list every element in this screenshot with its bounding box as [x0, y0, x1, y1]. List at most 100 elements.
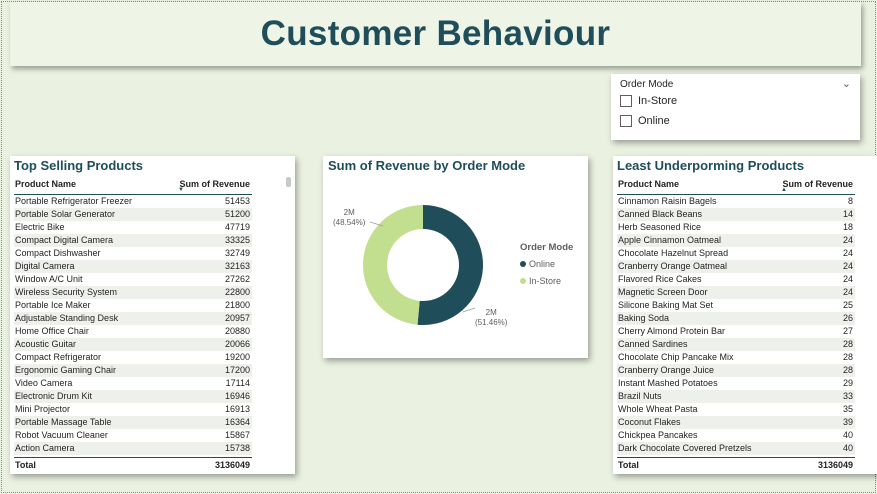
table-row[interactable]: Compact Digital Camera 33325 [14, 234, 252, 247]
table-row[interactable]: Brazil Nuts 33 [617, 390, 855, 403]
table-row[interactable]: Cinnamon Raisin Bagels 8 [617, 195, 855, 208]
revenue-cell: 16913 [224, 404, 250, 414]
product-name-cell: Portable Massage Table [15, 417, 112, 427]
table-row[interactable]: Cranberry Orange Juice 28 [617, 364, 855, 377]
table-row[interactable]: Window A/C Unit 27262 [14, 273, 252, 286]
table-row[interactable]: Chocolate Chip Pancake Mix 28 [617, 351, 855, 364]
table-row[interactable]: Whole Wheat Pasta 35 [617, 403, 855, 416]
revenue-cell: 20880 [224, 326, 250, 336]
revenue-cell: 21800 [224, 300, 250, 310]
product-name-cell: Apple Cinnamon Oatmeal [618, 235, 722, 245]
data-label-value: 2M [343, 208, 355, 217]
product-name-cell: Cranberry Orange Juice [618, 365, 715, 375]
table-row[interactable]: Instant Mashed Potatoes 29 [617, 377, 855, 390]
least-products-table-card: Least Underporming Products Product Name… [613, 156, 877, 474]
revenue-cell: 24 [842, 287, 853, 297]
product-name-cell: Flavored Rice Cakes [618, 274, 702, 284]
table-row[interactable]: Canned Black Beans 14 [617, 208, 855, 221]
product-name-cell: Herb Seasoned Rice [618, 222, 702, 232]
total-value: 3136049 [817, 460, 853, 470]
table-row[interactable]: Compact Dishwasher 32749 [14, 247, 252, 260]
product-name-cell: Whole Wheat Pasta [618, 404, 698, 414]
product-name-cell: Magnetic Screen Door [618, 287, 708, 297]
table-row[interactable]: Portable Refrigerator Freezer 51453 [14, 195, 252, 208]
sort-ascending-icon: ▲ [781, 187, 787, 193]
title-banner: Customer Behaviour [10, 2, 861, 66]
revenue-cell: 24 [842, 274, 853, 284]
revenue-cell: 17200 [224, 365, 250, 375]
donut-slice-online[interactable] [417, 205, 483, 325]
product-name-cell: Digital Camera [15, 261, 75, 271]
table-row[interactable]: Video Camera 17114 [14, 377, 252, 390]
column-header-revenue[interactable]: Sum of Revenue [178, 179, 252, 195]
revenue-cell: 15867 [224, 430, 250, 440]
scrollbar-thumb[interactable] [286, 177, 291, 187]
table-row[interactable]: Silicone Baking Mat Set 25 [617, 299, 855, 312]
table-row[interactable]: Coconut Flakes 39 [617, 416, 855, 429]
data-label-percent: (48.54%) [333, 218, 366, 227]
slicer-option-label: In-Store [638, 95, 678, 107]
table-row[interactable]: Chocolate Hazelnut Spread 24 [617, 247, 855, 260]
checkbox[interactable] [620, 115, 632, 127]
top-selling-table: Product Name Sum of Revenue ▼ Portable R… [14, 176, 252, 455]
table-row[interactable]: Acoustic Guitar 20066 [14, 338, 252, 351]
table-row[interactable]: Flavored Rice Cakes 24 [617, 273, 855, 286]
revenue-cell: 35 [842, 404, 853, 414]
table-row[interactable]: Apple Cinnamon Oatmeal 24 [617, 234, 855, 247]
table-row[interactable]: Chickpea Pancakes 40 [617, 429, 855, 442]
table-row[interactable]: Robot Vacuum Cleaner 15867 [14, 429, 252, 442]
product-name-cell: Compact Refrigerator [15, 352, 102, 362]
checkbox[interactable] [620, 95, 632, 107]
table-row[interactable]: Compact Refrigerator 19200 [14, 351, 252, 364]
revenue-cell: 39 [842, 417, 853, 427]
table-header: Product Name Sum of Revenue ▲ [617, 176, 855, 195]
table-body: Portable Refrigerator Freezer 51453 Portab… [14, 195, 252, 455]
table-row[interactable]: Baking Soda 26 [617, 312, 855, 325]
legend-item-in-store[interactable]: In-Store [520, 276, 561, 286]
chevron-down-icon[interactable]: ⌄ [842, 77, 851, 90]
leader-line [462, 307, 476, 313]
table-row[interactable]: Herb Seasoned Rice 18 [617, 221, 855, 234]
table-row[interactable]: Electronic Drum Kit 16946 [14, 390, 252, 403]
product-name-cell: Silicone Baking Mat Set [618, 300, 714, 310]
column-header-product[interactable]: Product Name [617, 179, 781, 194]
legend-item-online[interactable]: Online [520, 259, 555, 269]
table-body: Cinnamon Raisin Bagels 8 Canned Black Bean… [617, 195, 855, 455]
table-row[interactable]: Portable Solar Generator 51200 [14, 208, 252, 221]
table-row[interactable]: Action Camera 15738 [14, 442, 252, 455]
table-row[interactable]: Mini Projector 16913 [14, 403, 252, 416]
revenue-cell: 27 [842, 326, 853, 336]
revenue-cell: 25 [842, 300, 853, 310]
product-name-cell: Video Camera [15, 378, 73, 388]
table-row[interactable]: Electric Bike 47719 [14, 221, 252, 234]
revenue-cell: 18 [842, 222, 853, 232]
table-row[interactable]: Wireless Security System 22800 [14, 286, 252, 299]
table-row[interactable]: Dark Chocolate Covered Pretzels 40 [617, 442, 855, 455]
table-row[interactable]: Portable Ice Maker 21800 [14, 299, 252, 312]
table-row[interactable]: Magnetic Screen Door 24 [617, 286, 855, 299]
table-row[interactable]: Adjustable Standing Desk 20957 [14, 312, 252, 325]
slicer-option-online[interactable]: Online [620, 115, 670, 127]
product-name-cell: Home Office Chair [15, 326, 89, 336]
data-label-value: 2M [485, 308, 497, 317]
table-row[interactable]: Portable Massage Table 16364 [14, 416, 252, 429]
table-row[interactable]: Digital Camera 32163 [14, 260, 252, 273]
table-row[interactable]: Canned Sardines 28 [617, 338, 855, 351]
table-row[interactable]: Home Office Chair 20880 [14, 325, 252, 338]
table-row[interactable]: Ergonomic Gaming Chair 17200 [14, 364, 252, 377]
slicer-option-in-store[interactable]: In-Store [620, 95, 677, 107]
product-name-cell: Compact Dishwasher [15, 248, 101, 258]
product-name-cell: Window A/C Unit [15, 274, 83, 284]
order-mode-slicer[interactable]: Order Mode ⌄ In-Store Online [611, 74, 860, 140]
product-name-cell: Brazil Nuts [618, 391, 662, 401]
revenue-cell: 24 [842, 235, 853, 245]
slicer-title: Order Mode [620, 79, 674, 90]
table-row[interactable]: Cherry Almond Protein Bar 27 [617, 325, 855, 338]
legend-title: Order Mode [520, 242, 574, 253]
column-header-product[interactable]: Product Name [14, 179, 178, 194]
top-selling-table-card: Top Selling Products Product Name Sum of… [10, 156, 295, 474]
table-row[interactable]: Cranberry Orange Oatmeal 24 [617, 260, 855, 273]
revenue-cell: 51453 [224, 196, 250, 206]
product-name-cell: Cranberry Orange Oatmeal [618, 261, 728, 271]
column-header-revenue[interactable]: Sum of Revenue [781, 179, 855, 195]
